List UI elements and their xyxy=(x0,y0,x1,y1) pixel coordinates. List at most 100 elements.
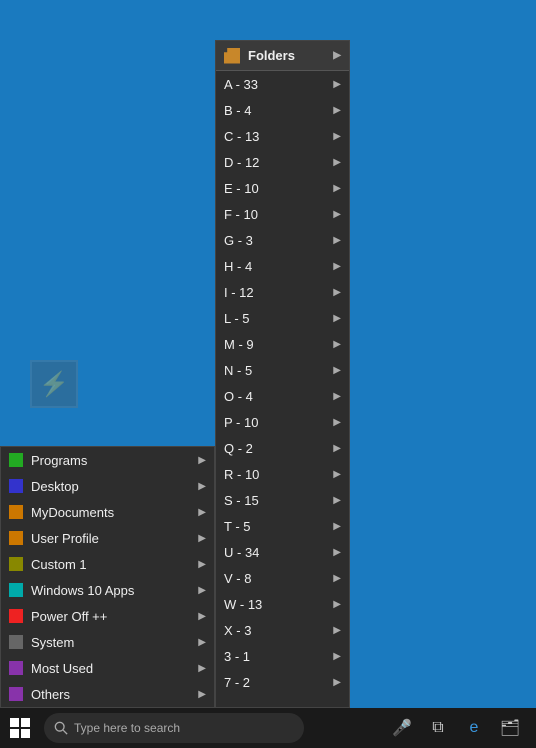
folder-item[interactable]: V - 8▶ xyxy=(216,565,349,591)
folder-item[interactable]: X - 3▶ xyxy=(216,617,349,643)
search-bar[interactable]: Type here to search xyxy=(44,713,304,743)
folder-item-label: 7 - 2 xyxy=(224,675,333,690)
menu-item-poweroff[interactable]: Power Off ++▶ xyxy=(1,603,214,629)
menu-label-system: System xyxy=(31,635,198,650)
folder-item-label: L - 5 xyxy=(224,311,333,326)
folder-item[interactable]: D - 12▶ xyxy=(216,149,349,175)
desktop-icon: ⚡ xyxy=(30,360,78,408)
folders-submenu: Folders▶A - 33▶B - 4▶C - 13▶D - 12▶E - 1… xyxy=(215,40,350,708)
folder-item-label: G - 3 xyxy=(224,233,333,248)
menu-arrow-user-profile: ▶ xyxy=(198,533,206,544)
menu-item-programs[interactable]: Programs▶ xyxy=(1,447,214,473)
folder-item-arrow: ▶ xyxy=(333,417,341,428)
menu-item-windows10apps[interactable]: Windows 10 Apps▶ xyxy=(1,577,214,603)
folder-item-arrow: ▶ xyxy=(333,157,341,168)
folder-item[interactable]: F - 10▶ xyxy=(216,201,349,227)
folder-item-arrow: ▶ xyxy=(333,391,341,402)
folder-item-arrow: ▶ xyxy=(333,183,341,194)
menu-item-custom1[interactable]: Custom 1▶ xyxy=(1,551,214,577)
folder-item-arrow: ▶ xyxy=(333,131,341,142)
folder-item-label: B - 4 xyxy=(224,103,333,118)
menu-color-icon-windows10apps xyxy=(9,583,23,597)
folder-item-label: H - 4 xyxy=(224,259,333,274)
folder-item-arrow: ▶ xyxy=(333,235,341,246)
folder-item-label: 3 - 1 xyxy=(224,649,333,664)
menu-label-user-profile: User Profile xyxy=(31,531,198,546)
menu-arrow-programs: ▶ xyxy=(198,455,206,466)
search-icon xyxy=(54,721,68,735)
folder-item-label: T - 5 xyxy=(224,519,333,534)
folder-item-arrow: ▶ xyxy=(333,313,341,324)
menu-item-system[interactable]: System▶ xyxy=(1,629,214,655)
folder-item[interactable]: I - 12▶ xyxy=(216,279,349,305)
menu-arrow-mydocuments: ▶ xyxy=(198,507,206,518)
folder-item[interactable]: 3 - 1▶ xyxy=(216,643,349,669)
folder-item-arrow: ▶ xyxy=(333,287,341,298)
microphone-icon[interactable]: 🎤 xyxy=(384,708,420,748)
folder-item-arrow: ▶ xyxy=(333,79,341,90)
menu-item-mostused[interactable]: Most Used▶ xyxy=(1,655,214,681)
folder-item-label: R - 10 xyxy=(224,467,333,482)
menu-color-icon-user-profile xyxy=(9,531,23,545)
folder-item[interactable]: C - 13▶ xyxy=(216,123,349,149)
folder-item[interactable]: O - 4▶ xyxy=(216,383,349,409)
folder-item-arrow: ▶ xyxy=(333,677,341,688)
folder-item[interactable]: L - 5▶ xyxy=(216,305,349,331)
folder-item-arrow: ▶ xyxy=(333,651,341,662)
menu-arrow-desktop: ▶ xyxy=(198,481,206,492)
folder-item-label: D - 12 xyxy=(224,155,333,170)
folder-item-label: U - 34 xyxy=(224,545,333,560)
folder-item-arrow: ▶ xyxy=(333,573,341,584)
menu-color-icon-mostused xyxy=(9,661,23,675)
folder-item[interactable]: G - 3▶ xyxy=(216,227,349,253)
taskbar: Type here to search 🎤 ⧉ e 🗂 xyxy=(0,708,536,748)
folder-item[interactable]: B - 4▶ xyxy=(216,97,349,123)
menu-item-others[interactable]: Others▶ xyxy=(1,681,214,707)
folders-header[interactable]: Folders▶ xyxy=(216,41,349,71)
folder-item[interactable]: A - 33▶ xyxy=(216,71,349,97)
edge-icon[interactable]: e xyxy=(456,708,492,748)
folder-item[interactable]: 7 - 2▶ xyxy=(216,669,349,695)
folders-header-label: Folders xyxy=(248,48,295,63)
folder-item[interactable]: P - 10▶ xyxy=(216,409,349,435)
folder-item[interactable]: U - 34▶ xyxy=(216,539,349,565)
folder-item[interactable]: Q - 2▶ xyxy=(216,435,349,461)
menu-arrow-system: ▶ xyxy=(198,637,206,648)
folder-item-label: W - 13 xyxy=(224,597,333,612)
folder-item[interactable]: E - 10▶ xyxy=(216,175,349,201)
menu-label-windows10apps: Windows 10 Apps xyxy=(31,583,198,598)
folder-item-label: Q - 2 xyxy=(224,441,333,456)
menu-item-desktop[interactable]: Desktop▶ xyxy=(1,473,214,499)
folder-item[interactable]: S - 15▶ xyxy=(216,487,349,513)
task-view-icon[interactable]: ⧉ xyxy=(420,708,456,748)
folder-item-arrow: ▶ xyxy=(333,443,341,454)
folder-item[interactable]: R - 10▶ xyxy=(216,461,349,487)
folder-item[interactable]: M - 9▶ xyxy=(216,331,349,357)
folder-item-arrow: ▶ xyxy=(333,469,341,480)
start-button[interactable] xyxy=(0,708,40,748)
folder-item-label: I - 12 xyxy=(224,285,333,300)
menu-color-icon-programs xyxy=(9,453,23,467)
folder-item-label: M - 9 xyxy=(224,337,333,352)
folder-item-arrow: ▶ xyxy=(333,209,341,220)
context-menu: Programs▶Desktop▶MyDocuments▶User Profil… xyxy=(0,446,215,708)
menu-item-mydocuments[interactable]: MyDocuments▶ xyxy=(1,499,214,525)
menu-color-icon-custom1 xyxy=(9,557,23,571)
menu-color-icon-mydocuments xyxy=(9,505,23,519)
folder-item[interactable]: T - 5▶ xyxy=(216,513,349,539)
menu-arrow-others: ▶ xyxy=(198,689,206,700)
folder-item[interactable]: W - 13▶ xyxy=(216,591,349,617)
menu-item-user-profile[interactable]: User Profile▶ xyxy=(1,525,214,551)
folder-item[interactable]: N - 5▶ xyxy=(216,357,349,383)
explorer-icon[interactable]: 🗂 xyxy=(492,708,528,748)
menu-label-poweroff: Power Off ++ xyxy=(31,609,198,624)
taskbar-system-icons: 🎤 ⧉ e 🗂 xyxy=(384,708,536,748)
menu-arrow-windows10apps: ▶ xyxy=(198,585,206,596)
menu-color-icon-others xyxy=(9,687,23,701)
folder-item[interactable]: H - 4▶ xyxy=(216,253,349,279)
folder-item-arrow: ▶ xyxy=(333,625,341,636)
menu-arrow-custom1: ▶ xyxy=(198,559,206,570)
folder-item-label: O - 4 xyxy=(224,389,333,404)
folder-item-label: N - 5 xyxy=(224,363,333,378)
folder-item-arrow: ▶ xyxy=(333,599,341,610)
